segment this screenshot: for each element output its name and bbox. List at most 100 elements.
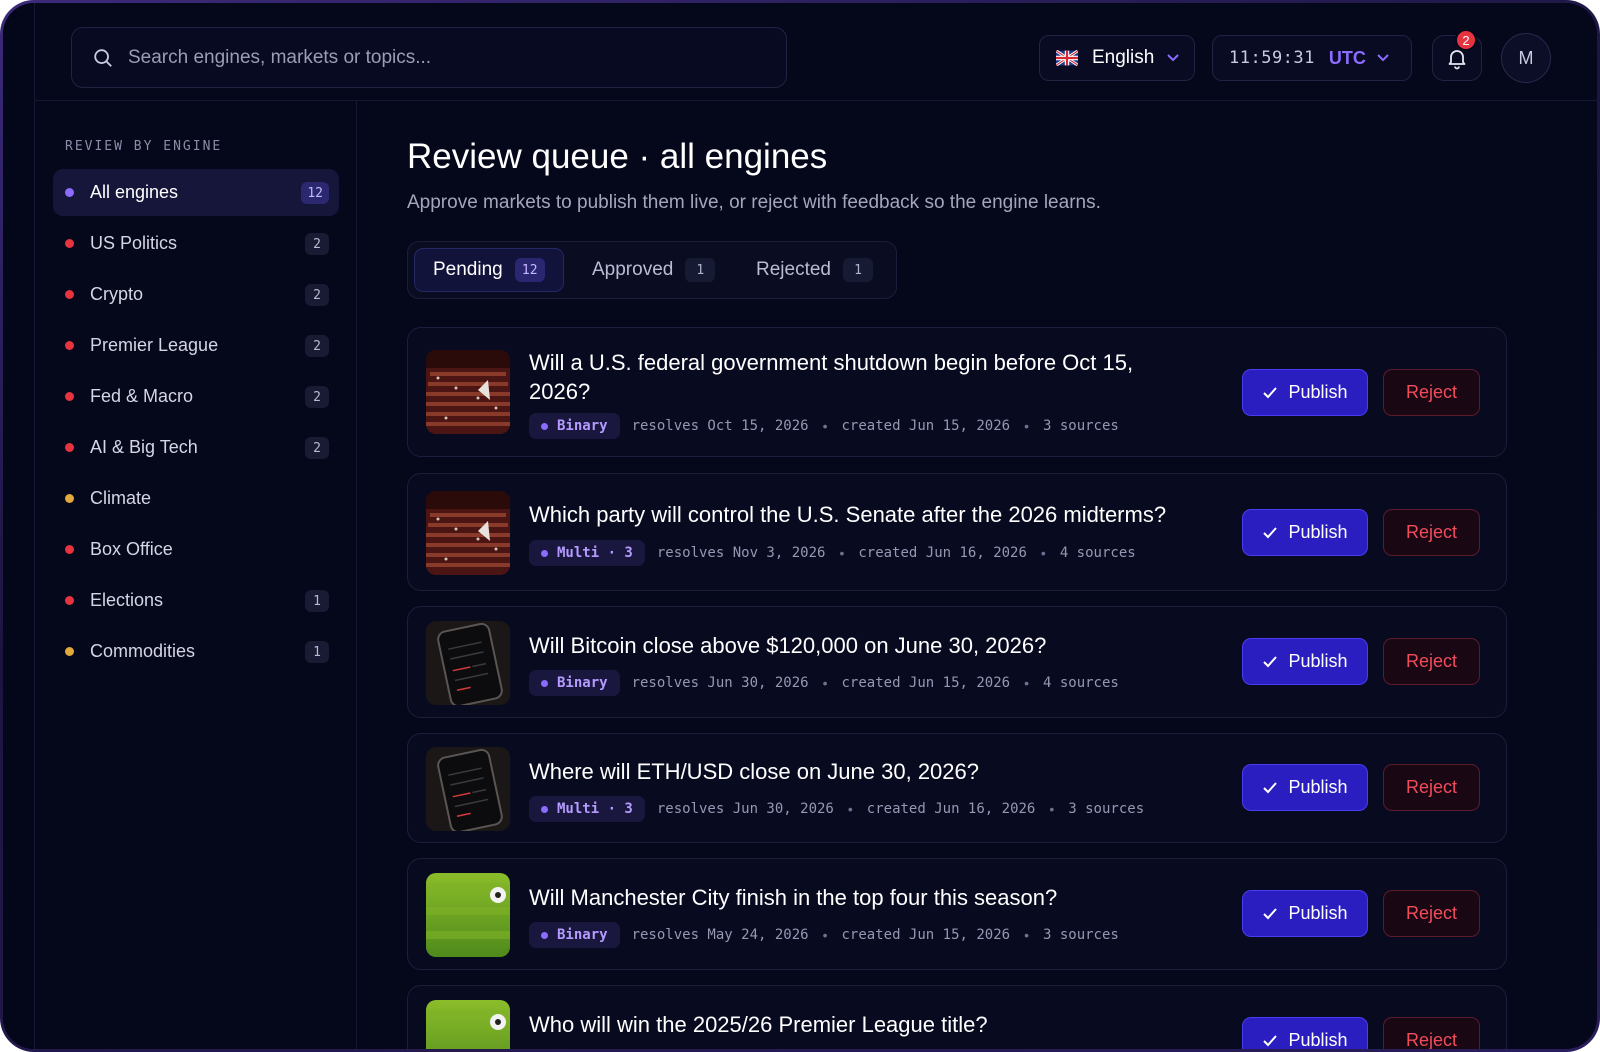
sidebar-item-count: 2 [305,437,329,459]
sidebar-item-count: 1 [305,590,329,612]
market-meta: Binary resolves Oct 15, 2026 • created J… [529,413,1119,439]
tab-approved[interactable]: Approved 1 [574,248,733,292]
tab-rejected[interactable]: Rejected 1 [738,248,891,292]
publish-button[interactable]: Publish [1242,764,1368,811]
sidebar-item-fed-macro[interactable]: Fed & Macro 2 [53,373,339,420]
sources-count: 3 sources [1068,801,1145,817]
sidebar-item-label: Crypto [90,284,144,304]
reject-label: Reject [1405,1030,1458,1049]
separator-dot: • [1024,675,1029,691]
created-date: created Jun 16, 2026 [866,801,1036,817]
check-icon [1263,1034,1278,1046]
separator-dot: • [847,801,853,817]
tab-label: Approved [592,259,674,280]
language-selector[interactable]: English [1039,35,1195,81]
tab-label: Rejected [756,259,831,280]
sidebar-item-crypto[interactable]: Crypto 2 [53,271,339,318]
timezone-clock[interactable]: 11:59:31 UTC [1212,35,1412,81]
market-meta: Multi · 3 resolves Jun 30, 2026 • create… [529,796,1144,822]
market-card: Which party will control the U.S. Senate… [407,473,1507,591]
sources-count: 4 sources [1059,545,1136,561]
market-question: Who will win the 2025/26 Premier League … [529,1012,988,1037]
resolves-date: resolves Oct 15, 2026 [631,418,809,434]
reject-button[interactable]: Reject [1383,890,1480,937]
sidebar-item-box-office[interactable]: Box Office [53,526,339,573]
user-avatar[interactable]: M [1501,33,1551,83]
market-type-label: Multi · 3 [557,545,633,561]
publish-label: Publish [1288,903,1348,923]
page-title: Review queue · all engines [407,137,828,176]
reject-label: Reject [1405,382,1458,402]
search-input[interactable]: Search engines, markets or topics... [71,27,787,88]
football-pitch-image [426,873,510,957]
market-question: Will Bitcoin close above $120,000 on Jun… [529,633,1047,658]
uk-flag-icon [1056,50,1078,66]
publish-button[interactable]: Publish [1242,890,1368,937]
sidebar-item-count: 2 [305,335,329,357]
created-date: created Jun 15, 2026 [841,927,1011,943]
reject-label: Reject [1405,651,1458,671]
status-tabs: Pending 12 Approved 1 Rejected 1 [407,241,897,299]
publish-button[interactable]: Publish [1242,638,1368,685]
separator-dot: • [1040,545,1046,561]
market-card: Who will win the 2025/26 Premier League … [407,985,1507,1049]
language-label: English [1092,47,1155,68]
sidebar-item-all-engines[interactable]: All engines 12 [53,169,339,216]
publish-label: Publish [1288,522,1348,542]
sidebar-item-ai-big-tech[interactable]: AI & Big Tech 2 [53,424,339,471]
resolves-date: resolves Jun 30, 2026 [656,801,834,817]
left-rail [3,3,35,1049]
sources-count: 3 sources [1042,927,1119,943]
market-card: Will Bitcoin close above $120,000 on Jun… [407,606,1507,718]
engine-list: All engines 12 US Politics 2 Crypto 2 Pr… [53,169,339,679]
status-dot [65,494,74,503]
resolves-date: resolves May 24, 2026 [631,927,809,943]
sidebar-item-elections[interactable]: Elections 1 [53,577,339,624]
separator-dot: • [822,927,828,943]
market-type-label: Binary [557,418,608,434]
separator-dot: • [822,675,828,691]
separator-dot: • [1024,927,1029,943]
sidebar-item-label: Fed & Macro [90,386,194,406]
check-icon [1263,526,1278,538]
device-frame: Search engines, markets or topics... Eng… [0,0,1600,1052]
publish-button[interactable]: Publish [1242,1017,1368,1049]
chevron-down-icon [1377,54,1389,62]
status-dot [65,290,74,299]
market-type-label: Multi · 3 [557,801,633,817]
publish-button[interactable]: Publish [1242,369,1368,416]
page-subtitle: Approve markets to publish them live, or… [407,192,1101,213]
resolves-date: resolves Jun 30, 2026 [631,675,809,691]
publish-button[interactable]: Publish [1242,509,1368,556]
market-question: Which party will control the U.S. Senate… [529,502,1167,527]
sidebar-item-count: 12 [301,182,329,204]
tab-count: 1 [843,258,873,282]
chevron-down-icon [1167,54,1180,62]
pill-dot [541,805,548,813]
reject-button[interactable]: Reject [1383,1017,1480,1049]
sidebar-item-climate[interactable]: Climate [53,475,339,522]
market-meta: Multi · 3 resolves Nov 3, 2026 • created… [529,540,1136,566]
sidebar-item-us-politics[interactable]: US Politics 2 [53,220,339,267]
status-dot [65,647,74,656]
app-window: Search engines, markets or topics... Eng… [3,3,1597,1049]
market-question: Will a U.S. federal government shutdown … [529,350,1134,404]
sidebar-item-label: Premier League [90,335,219,355]
reject-button[interactable]: Reject [1383,764,1480,811]
pill-dot [541,679,548,687]
tab-pending[interactable]: Pending 12 [414,248,564,292]
publish-label: Publish [1288,651,1348,671]
market-type-label: Binary [557,927,608,943]
publish-label: Publish [1288,777,1348,797]
reject-button[interactable]: Reject [1383,369,1480,416]
sidebar-item-commodities[interactable]: Commodities 1 [53,628,339,675]
search-icon [94,48,112,67]
phone-chart-image [426,747,510,831]
reject-button[interactable]: Reject [1383,509,1480,556]
market-card: Where will ETH/USD close on June 30, 202… [407,733,1507,843]
reject-button[interactable]: Reject [1383,638,1480,685]
sidebar-item-label: Climate [90,488,152,508]
tab-count: 12 [514,258,545,282]
sidebar-item-premier-league[interactable]: Premier League 2 [53,322,339,369]
pill-dot [541,422,548,430]
